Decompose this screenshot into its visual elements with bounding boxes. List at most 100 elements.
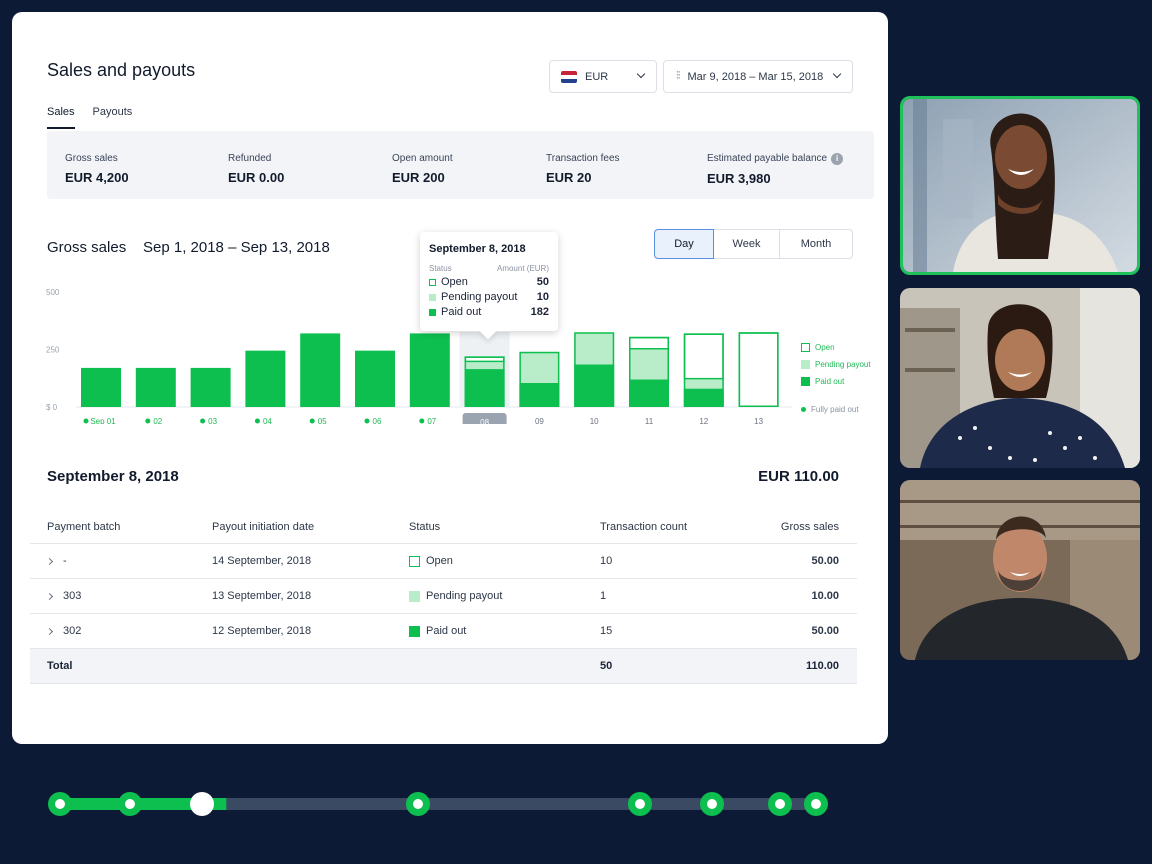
pending-status-icon bbox=[409, 590, 420, 602]
timeline-current-marker[interactable] bbox=[190, 792, 214, 816]
summary-label: Gross sales bbox=[65, 153, 118, 164]
sales-payouts-window: Sales and payouts EUR ⫶⫶ Mar 9, 2018 – M… bbox=[12, 12, 888, 744]
col-gross-sales[interactable]: Gross sales bbox=[781, 521, 839, 533]
filter-icon: ⫶⫶ bbox=[676, 70, 680, 82]
chevron-right-icon[interactable] bbox=[45, 627, 54, 636]
table-row[interactable]: 303 13 September, 2018 Pending payout 1 … bbox=[30, 579, 857, 614]
pending-swatch-icon bbox=[801, 360, 810, 369]
chart-legend: Open Pending payout Paid out bbox=[801, 343, 871, 394]
count-cell: 1 bbox=[600, 590, 607, 602]
month-button[interactable]: Month bbox=[780, 229, 853, 259]
tooltip-row-paid: Paid out 182 bbox=[429, 306, 549, 318]
bar-pending-payout bbox=[629, 349, 669, 380]
video-tile-participant-2[interactable] bbox=[900, 288, 1140, 468]
chevron-right-icon[interactable] bbox=[45, 592, 54, 601]
bar-pending-payout bbox=[683, 379, 724, 389]
legend-paid: Paid out bbox=[801, 377, 871, 386]
timeline-marker-dot bbox=[55, 799, 65, 809]
tooltip-row-label: Open bbox=[441, 276, 468, 288]
date-range-select[interactable]: ⫶⫶ Mar 9, 2018 – Mar 15, 2018 bbox=[663, 60, 853, 93]
legend-label: Paid out bbox=[815, 377, 845, 386]
table-row[interactable]: - 14 September, 2018 Open 10 50.00 bbox=[30, 544, 857, 579]
summary-gross-sales: Gross sales EUR 4,200 bbox=[65, 153, 129, 185]
status-cell: Open bbox=[409, 555, 453, 567]
week-button[interactable]: Week bbox=[714, 229, 780, 259]
summary-label: Estimated payable balance i bbox=[707, 153, 844, 165]
y-tick-label: 500 bbox=[46, 288, 60, 297]
bar-pending-payout bbox=[519, 351, 560, 383]
x-tick-label: 02 bbox=[153, 417, 162, 424]
chevron-down-icon bbox=[832, 69, 842, 79]
status-value: Pending payout bbox=[426, 590, 503, 602]
paid-swatch-icon bbox=[429, 308, 436, 316]
summary-value: EUR 0.00 bbox=[228, 170, 285, 185]
x-tick-label: 09 bbox=[535, 417, 544, 424]
summary-value: EUR 20 bbox=[546, 170, 592, 185]
tab-payouts[interactable]: Payouts bbox=[93, 106, 133, 129]
fully-paid-dot bbox=[254, 418, 260, 424]
col-status[interactable]: Status bbox=[409, 521, 440, 533]
tooltip-row-pending: Pending payout 10 bbox=[429, 291, 549, 303]
summary-estimated-balance: Estimated payable balance i EUR 3,980 bbox=[707, 153, 844, 186]
session-timeline[interactable] bbox=[0, 790, 900, 820]
paid-status-icon bbox=[409, 625, 420, 637]
legend-label: Pending payout bbox=[815, 360, 871, 369]
summary-panel: Gross sales EUR 4,200 Refunded EUR 0.00 … bbox=[47, 131, 874, 199]
day-button[interactable]: Day bbox=[654, 229, 714, 259]
bar-open bbox=[738, 332, 779, 407]
timeline-marker-dot bbox=[635, 799, 645, 809]
col-payout-date[interactable]: Payout initiation date bbox=[212, 521, 314, 533]
tooltip-title: September 8, 2018 bbox=[429, 243, 526, 255]
timeline-marker-dot bbox=[413, 799, 423, 809]
batch-cell: 302 bbox=[45, 625, 82, 637]
bar-paid-out bbox=[683, 388, 724, 407]
summary-refunded: Refunded EUR 0.00 bbox=[228, 153, 284, 185]
tooltip-row-label: Pending payout bbox=[441, 291, 518, 303]
video-tile-participant-1[interactable] bbox=[900, 96, 1140, 275]
legend-fully-paid: Fully paid out bbox=[801, 405, 859, 414]
col-payment-batch[interactable]: Payment batch bbox=[47, 521, 120, 533]
participant-2-video bbox=[900, 288, 1140, 468]
tooltip-header: Status Amount (EUR) bbox=[429, 264, 549, 273]
date-cell: 13 September, 2018 bbox=[212, 590, 312, 602]
x-tick-label: 12 bbox=[699, 417, 708, 424]
tab-bar: Sales Payouts bbox=[47, 106, 132, 129]
total-count: 50 bbox=[600, 660, 613, 672]
x-tick-label: 07 bbox=[427, 417, 436, 424]
bar-paid-out bbox=[245, 350, 286, 407]
tooltip-row-value: 10 bbox=[536, 291, 549, 303]
table-header: Payment batch Payout initiation date Sta… bbox=[30, 510, 857, 544]
count-cell: 15 bbox=[600, 625, 613, 637]
table-row[interactable]: 302 12 September, 2018 Paid out 15 50.00 bbox=[30, 614, 857, 649]
batch-value: 303 bbox=[63, 590, 82, 602]
fully-paid-dot bbox=[83, 418, 89, 424]
bar-paid-out bbox=[574, 364, 615, 407]
bar-paid-out bbox=[190, 367, 231, 407]
info-icon[interactable]: i bbox=[831, 153, 844, 165]
chevron-right-icon[interactable] bbox=[45, 557, 54, 566]
summary-open-amount: Open amount EUR 200 bbox=[392, 153, 453, 185]
bar-pending-payout bbox=[464, 362, 505, 370]
status-cell: Pending payout bbox=[409, 590, 502, 602]
legend-open: Open bbox=[801, 343, 871, 352]
gross-cell: 50.00 bbox=[811, 625, 839, 637]
legend-pending: Pending payout bbox=[801, 360, 871, 369]
video-tile-participant-3[interactable] bbox=[900, 480, 1140, 660]
summary-value: EUR 3,980 bbox=[707, 171, 771, 186]
summary-value: EUR 4,200 bbox=[65, 170, 129, 185]
col-transaction-count[interactable]: Transaction count bbox=[600, 521, 687, 533]
summary-transaction-fees: Transaction fees EUR 20 bbox=[546, 153, 620, 185]
batch-value: 302 bbox=[63, 625, 82, 637]
bar-paid-out bbox=[81, 367, 121, 407]
batch-cell: - bbox=[45, 555, 67, 567]
currency-select[interactable]: EUR bbox=[549, 60, 657, 93]
bar-paid-out bbox=[519, 382, 560, 407]
bar-open bbox=[629, 336, 669, 350]
bar-paid-out bbox=[135, 367, 176, 407]
fully-paid-dot bbox=[309, 418, 315, 424]
tab-sales[interactable]: Sales bbox=[47, 106, 75, 129]
summary-label: Refunded bbox=[228, 153, 272, 164]
bar-open bbox=[683, 333, 724, 380]
gross-sales-range: Sep 1, 2018 – Sep 13, 2018 bbox=[143, 239, 330, 256]
pending-swatch-icon bbox=[429, 293, 436, 301]
